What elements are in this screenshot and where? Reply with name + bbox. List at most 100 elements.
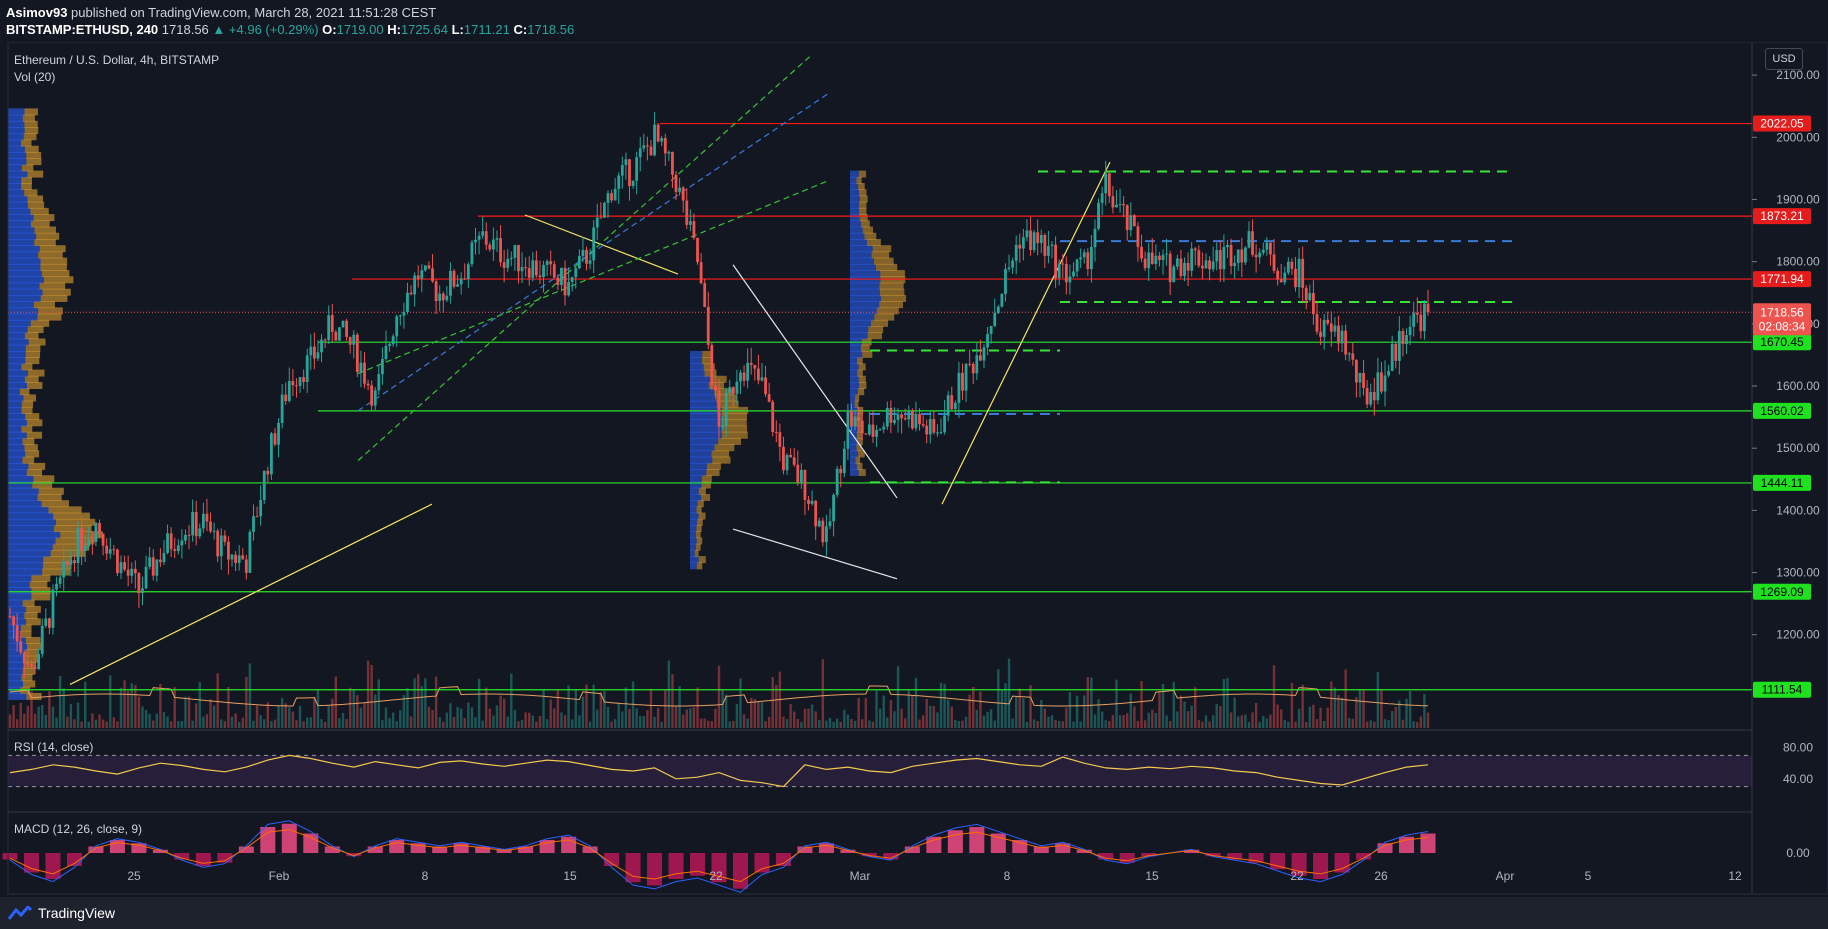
volume-bar [320,719,323,728]
candle-body [499,238,502,263]
volume-bar [255,705,259,728]
candle-body [212,530,216,532]
candle-body [1290,261,1294,269]
volume-profile-bar-up [8,624,21,632]
candle-body [105,545,109,554]
volume-bar [771,677,774,728]
volume-bar [1029,685,1032,728]
candle-body [1380,372,1383,392]
candle-body [492,239,495,250]
volume-bar [943,683,946,728]
volume-profile-bar-up [8,469,27,477]
price-chart[interactable]: 1200.001300.001400.001500.001600.001700.… [0,0,1828,929]
candle-body [1283,272,1287,283]
volume-bar [391,712,395,728]
candle-body [295,385,298,387]
time-tick-label: 25 [127,869,141,883]
candle-body [466,264,470,279]
volume-bar [1305,721,1308,728]
candle-body [678,187,682,192]
footer-bar: TradingView [0,897,1828,929]
candle-body [1143,258,1147,269]
candle-body [1383,375,1387,392]
candle-body [126,569,130,576]
session-profile-bar-down [874,313,895,321]
volume-bar [159,683,162,728]
candle-body [495,238,499,240]
candle-body [151,557,155,576]
volume-profile-bar-up [8,674,22,682]
candle-body [1150,252,1154,264]
session-profile-bar-down [876,307,899,315]
candle-body [80,528,84,552]
session-profile-bar-up [850,189,860,197]
session-profile-bar-up [850,282,880,290]
candle-body [348,336,352,345]
macd-histogram-bar [109,840,125,853]
candle-body [1229,244,1233,267]
volume-profile-bar-down [30,319,50,327]
price-tick-label: 2100.00 [1776,68,1820,82]
session-profile-bar-down [701,493,711,501]
candle-body [37,653,41,669]
volume-profile-bar-down [26,382,43,389]
candle-body [649,146,653,156]
author-name[interactable]: Asimov93 [6,5,67,20]
candle-body [323,339,327,341]
rsi-pane [8,754,1752,788]
level-price-label: 1771.94 [1760,272,1804,286]
session-profile-bar-up [850,388,858,396]
candle-body [1118,203,1122,205]
volume-profile-bar-down [20,624,32,632]
time-tick-label: Apr [1496,869,1515,883]
candle-body [144,566,148,589]
candle-body [631,180,635,187]
last-price-label: 1718.56 [1760,305,1804,319]
candle-body [1415,312,1419,315]
candle-body [1129,215,1133,231]
volume-bar [964,716,968,728]
volume-bar [1240,715,1243,728]
volume-bar [893,711,896,728]
session-profile-bar-up [850,394,856,402]
candle-body [130,568,134,576]
tradingview-brand[interactable]: TradingView [8,905,115,921]
price-tick-label: 1600.00 [1776,379,1820,393]
candle-body [62,561,66,578]
volume-bar [531,715,534,728]
candle-body [1251,231,1254,255]
session-profile-bar-up [850,238,867,246]
session-profile-bar-down [854,400,859,408]
volume-bar [449,703,452,728]
volume-profile-bar-down [24,375,39,383]
volume-bar [91,713,94,728]
candle-body [219,535,223,557]
candle-body [1362,373,1365,388]
volume-bar [1222,678,1226,728]
volume-profile-bar-up [8,245,40,253]
session-profile-bar-down [697,518,703,526]
volume-profile-bar-up [8,151,27,159]
candle-body [338,327,341,341]
volume-bar [732,721,735,728]
session-profile-bar-up [690,357,702,365]
volume-bar [950,706,953,728]
candle-body [932,419,936,433]
candle-body [1075,259,1079,272]
volume-bar [177,721,180,728]
candle-body [509,257,513,259]
candle-body [567,282,571,296]
volume-bar [8,714,12,728]
volume-profile-bar-up [8,170,28,178]
candle-body [1272,254,1276,271]
volume-bar [524,712,527,728]
volume-profile-bar-down [40,294,68,302]
volume-bar [327,706,330,728]
volume-bar [538,716,542,728]
candle-body [520,267,524,272]
price-tick-label: 1900.00 [1776,192,1820,206]
symbol-label[interactable]: BITSTAMP:ETHUSD, 240 [6,22,158,37]
volume-bar [334,676,338,728]
currency-button[interactable]: USD [1765,48,1803,70]
session-profile-bar-down [858,469,866,477]
